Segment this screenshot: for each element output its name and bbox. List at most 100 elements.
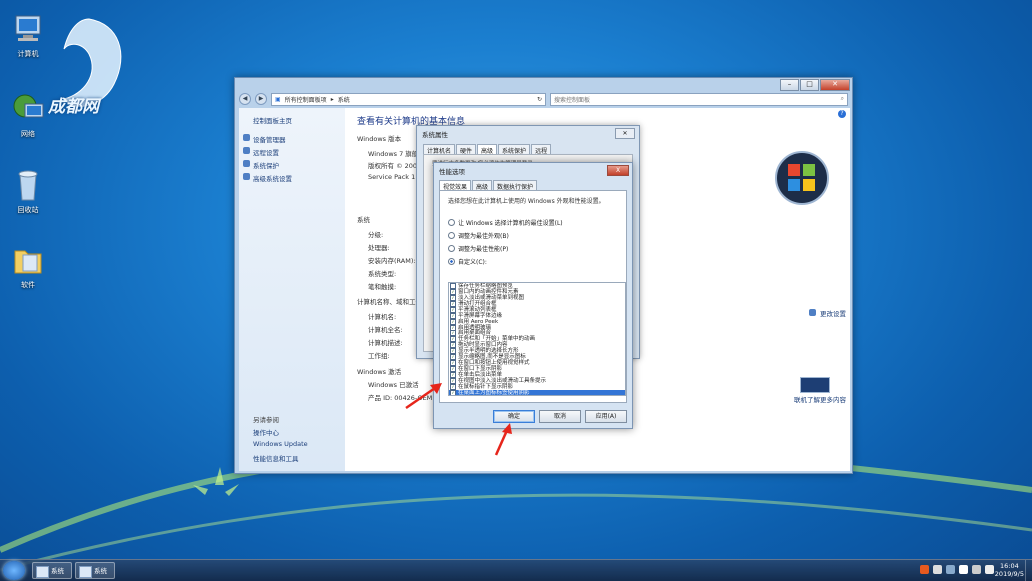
refresh-icon[interactable]: ↻ — [537, 96, 542, 103]
system-heading: 系统 — [357, 216, 370, 224]
device-manager-icon — [243, 134, 250, 141]
change-settings-link[interactable]: 更改设置 — [820, 308, 846, 318]
dialog-title: 性能选项 — [439, 168, 465, 176]
visual-effects-panel: 选择您想在此计算机上使用的 Windows 外观和性能设置。 让 Windows… — [439, 190, 627, 403]
back-arrow-icon[interactable]: ◀ — [239, 93, 251, 105]
radio-best-performance[interactable]: 调整为最佳性能(P) — [448, 244, 508, 253]
desktop-icon-software-folder[interactable]: 软件 — [0, 243, 56, 290]
start-button[interactable] — [3, 561, 25, 580]
input-method-icon[interactable] — [920, 565, 929, 574]
radio-label: 调整为最佳外观(B) — [458, 233, 509, 240]
clock-date: 2019/9/5 — [994, 570, 1024, 578]
computer-icon — [11, 12, 45, 46]
radio-label: 让 Windows 选择计算机的最佳设置(L) — [458, 220, 563, 227]
name-row-label: 计算机全名: — [368, 326, 403, 334]
show-desktop-button[interactable] — [1025, 560, 1032, 581]
desktop-icon-label: 网络 — [21, 130, 35, 138]
radio-dot — [448, 258, 455, 265]
clock-time: 16:04 — [1000, 562, 1019, 570]
system-row-label: 笔和触摸: — [368, 283, 397, 291]
control-panel-icon: ▣ — [275, 95, 281, 103]
radio-dot — [448, 232, 455, 239]
breadcrumb-separator-icon: ▸ — [330, 95, 334, 103]
system-window-icon — [79, 566, 92, 578]
sidebar-item-performance-tools[interactable]: 性能信息和工具 — [253, 453, 299, 463]
system-tray — [920, 565, 994, 574]
sidebar-item-device-manager[interactable]: 设备管理器 — [253, 134, 286, 144]
radio-dot — [448, 219, 455, 226]
search-icon: ⌕ — [840, 95, 844, 102]
shield-icon — [243, 160, 250, 167]
cancel-button[interactable]: 取消 — [539, 410, 581, 423]
close-button[interactable]: ✕ — [615, 128, 635, 139]
breadcrumb-root[interactable]: 所有控制面板项 — [285, 95, 327, 104]
search-input[interactable]: 搜索控制面板 ⌕ — [550, 92, 848, 106]
sidebar-item-action-center[interactable]: 操作中心 — [253, 427, 279, 437]
desktop-icon-label: 回收站 — [17, 206, 39, 214]
volume-icon[interactable] — [985, 565, 994, 574]
dialog-title: 系统属性 — [422, 131, 448, 139]
genuine-link[interactable]: 联机了解更多内容 — [794, 394, 846, 404]
sidebar-item-remote-settings[interactable]: 远程设置 — [253, 147, 279, 157]
visual-effects-list[interactable]: 保存任务栏缩略图预览 ✓ 窗口内的动画控件和元素 ✓ 淡入淡出或滑动菜单到视图 ✓ 滑动打开… — [448, 282, 626, 396]
desktop-icon-label: 计算机 — [17, 50, 39, 58]
network-icon — [11, 92, 45, 126]
sidebar-item-advanced-settings[interactable]: 高级系统设置 — [253, 173, 292, 183]
sidebar-home-link[interactable]: 控制面板主页 — [253, 115, 292, 125]
windows-logo-icon — [775, 151, 829, 205]
system-window-icon — [36, 566, 49, 578]
activation-heading: Windows 激活 — [357, 368, 402, 376]
desktop-icon-network[interactable]: 网络 — [0, 92, 56, 139]
sidebar-item-system-protection[interactable]: 系统保护 — [253, 160, 279, 170]
help-icon[interactable]: ? — [838, 110, 846, 118]
edition-heading: Windows 版本 — [357, 135, 402, 143]
breadcrumb-current[interactable]: 系统 — [338, 95, 350, 104]
address-bar-row: ◀ ▶ ▣ 所有控制面板项 ▸ 系统 ↻ 搜索控制面板 ⌕ — [239, 92, 848, 106]
edition-line: Service Pack 1 — [368, 173, 416, 181]
taskbar-button-label: 系统 — [51, 567, 64, 575]
apply-button[interactable]: 应用(A) — [585, 410, 627, 423]
sidebar: 控制面板主页 设备管理器 远程设置 系统保护 高级系统设置 另请参阅 操作中心 … — [239, 108, 345, 471]
radio-custom[interactable]: 自定义(C): — [448, 257, 487, 266]
clock[interactable]: 16:04 2019/9/5 — [995, 562, 1024, 578]
performance-options-dialog: 性能选项 X 视觉效果 高级 数据执行保护 选择您想在此计算机上使用的 Wind… — [433, 162, 633, 429]
sidebar-item-windows-update[interactable]: Windows Update — [253, 440, 308, 448]
shield-icon — [809, 309, 816, 316]
annotation-arrow-icon — [405, 383, 442, 410]
search-placeholder: 搜索控制面板 — [554, 96, 591, 104]
edition-line: 版权所有 © 2009 — [368, 162, 422, 170]
taskbar-button-label: 系统 — [94, 567, 107, 575]
forward-arrow-icon[interactable]: ▶ — [255, 93, 267, 105]
desktop-icon-computer[interactable]: 计算机 — [0, 12, 56, 59]
radio-best-appearance[interactable]: 调整为最佳外观(B) — [448, 231, 509, 240]
system-row-label: 系统类型: — [368, 270, 397, 278]
recycle-bin-icon — [11, 168, 45, 202]
network-tray-icon[interactable] — [972, 565, 981, 574]
desktop: { "desktop": { "icons": [ {"label": "计算机… — [0, 0, 1032, 581]
radio-label: 调整为最佳性能(P) — [458, 246, 509, 253]
radio-label: 自定义(C): — [458, 259, 487, 266]
system-row-label: 安装内存(RAM): — [368, 257, 416, 265]
radio-let-windows-choose[interactable]: 让 Windows 选择计算机的最佳设置(L) — [448, 218, 563, 227]
flag-icon[interactable] — [959, 565, 968, 574]
taskbar-button-system[interactable]: 系统 — [32, 562, 72, 579]
name-row-label: 计算机名: — [368, 313, 397, 321]
window-titlebar[interactable]: – □ ✕ — [235, 78, 852, 92]
taskbar-button-system[interactable]: 系统 — [75, 562, 115, 579]
name-row-label: 计算机描述: — [368, 339, 403, 347]
close-button[interactable]: X — [607, 165, 629, 176]
maximize-button[interactable]: □ — [800, 79, 819, 91]
desktop-icon-recycle-bin[interactable]: 回收站 — [0, 168, 56, 215]
radio-dot — [448, 245, 455, 252]
settings-icon[interactable] — [946, 565, 955, 574]
annotation-arrow-icon — [494, 423, 512, 456]
system-row-label: 处理器: — [368, 244, 390, 252]
close-button[interactable]: ✕ — [820, 79, 850, 91]
folder-icon — [11, 243, 45, 277]
minimize-button[interactable]: – — [780, 79, 799, 91]
name-row-label: 工作组: — [368, 352, 390, 360]
keyboard-icon[interactable] — [933, 565, 942, 574]
desktop-icon-label: 软件 — [21, 281, 35, 289]
address-bar[interactable]: ▣ 所有控制面板项 ▸ 系统 ↻ — [271, 92, 546, 106]
shield-icon — [243, 147, 250, 154]
